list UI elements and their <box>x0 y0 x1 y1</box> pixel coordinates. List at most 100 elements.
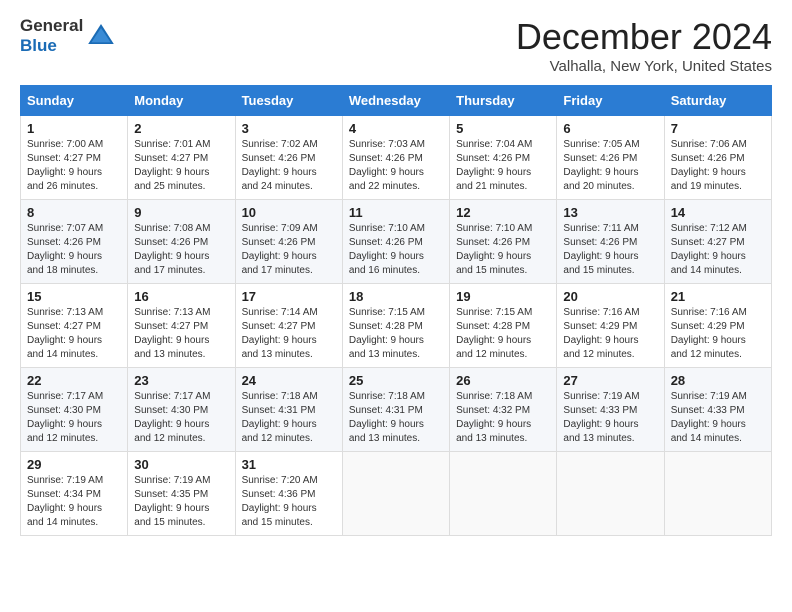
calendar-cell: 26 Sunrise: 7:18 AMSunset: 4:32 PMDayligh… <box>450 368 557 452</box>
day-info: Sunrise: 7:18 AMSunset: 4:31 PMDaylight:… <box>242 390 336 446</box>
calendar-cell: 3 Sunrise: 7:02 AMSunset: 4:26 PMDaylight… <box>235 116 342 200</box>
day-number: 21 <box>671 289 765 304</box>
day-info: Sunrise: 7:18 AMSunset: 4:31 PMDaylight:… <box>349 390 443 446</box>
day-info: Sunrise: 7:03 AMSunset: 4:26 PMDaylight:… <box>349 138 443 194</box>
day-number: 5 <box>456 121 550 136</box>
calendar-cell: 15 Sunrise: 7:13 AMSunset: 4:27 PMDayligh… <box>21 284 128 368</box>
calendar-week-3: 15 Sunrise: 7:13 AMSunset: 4:27 PMDayligh… <box>21 284 772 368</box>
day-info: Sunrise: 7:02 AMSunset: 4:26 PMDaylight:… <box>242 138 336 194</box>
day-info: Sunrise: 7:09 AMSunset: 4:26 PMDaylight:… <box>242 222 336 278</box>
location: Valhalla, New York, United States <box>516 58 772 75</box>
calendar-cell: 8 Sunrise: 7:07 AMSunset: 4:26 PMDaylight… <box>21 200 128 284</box>
day-number: 26 <box>456 373 550 388</box>
day-number: 6 <box>563 121 657 136</box>
day-number: 17 <box>242 289 336 304</box>
calendar: SundayMondayTuesdayWednesdayThursdayFrid… <box>20 85 772 536</box>
day-info: Sunrise: 7:19 AMSunset: 4:35 PMDaylight:… <box>134 474 228 530</box>
calendar-cell <box>557 452 664 536</box>
day-number: 10 <box>242 205 336 220</box>
day-info: Sunrise: 7:00 AMSunset: 4:27 PMDaylight:… <box>27 138 121 194</box>
day-number: 31 <box>242 457 336 472</box>
calendar-cell: 11Sunrise: 7:10 AMSunset: 4:26 PMDayligh… <box>342 200 449 284</box>
calendar-week-2: 8 Sunrise: 7:07 AMSunset: 4:26 PMDaylight… <box>21 200 772 284</box>
calendar-cell <box>342 452 449 536</box>
header: General Blue December 2024 Valhalla, New… <box>20 16 772 75</box>
day-info: Sunrise: 7:13 AMSunset: 4:27 PMDaylight:… <box>134 306 228 362</box>
day-number: 9 <box>134 205 228 220</box>
day-of-week-tuesday: Tuesday <box>235 86 342 116</box>
day-info: Sunrise: 7:18 AMSunset: 4:32 PMDaylight:… <box>456 390 550 446</box>
day-number: 30 <box>134 457 228 472</box>
day-number: 11 <box>349 205 443 220</box>
calendar-week-5: 29 Sunrise: 7:19 AMSunset: 4:34 PMDayligh… <box>21 452 772 536</box>
calendar-cell <box>664 452 771 536</box>
calendar-cell: 25 Sunrise: 7:18 AMSunset: 4:31 PMDayligh… <box>342 368 449 452</box>
calendar-cell: 4 Sunrise: 7:03 AMSunset: 4:26 PMDaylight… <box>342 116 449 200</box>
day-number: 20 <box>563 289 657 304</box>
day-info: Sunrise: 7:16 AMSunset: 4:29 PMDaylight:… <box>671 306 765 362</box>
day-number: 29 <box>27 457 121 472</box>
calendar-cell: 18 Sunrise: 7:15 AMSunset: 4:28 PMDayligh… <box>342 284 449 368</box>
day-number: 2 <box>134 121 228 136</box>
day-of-week-wednesday: Wednesday <box>342 86 449 116</box>
day-info: Sunrise: 7:14 AMSunset: 4:27 PMDaylight:… <box>242 306 336 362</box>
calendar-cell: 31 Sunrise: 7:20 AMSunset: 4:36 PMDayligh… <box>235 452 342 536</box>
day-number: 7 <box>671 121 765 136</box>
day-number: 25 <box>349 373 443 388</box>
day-info: Sunrise: 7:05 AMSunset: 4:26 PMDaylight:… <box>563 138 657 194</box>
day-info: Sunrise: 7:15 AMSunset: 4:28 PMDaylight:… <box>349 306 443 362</box>
calendar-cell: 20 Sunrise: 7:16 AMSunset: 4:29 PMDayligh… <box>557 284 664 368</box>
day-of-week-friday: Friday <box>557 86 664 116</box>
day-info: Sunrise: 7:12 AMSunset: 4:27 PMDaylight:… <box>671 222 765 278</box>
calendar-week-1: 1 Sunrise: 7:00 AMSunset: 4:27 PMDaylight… <box>21 116 772 200</box>
calendar-cell: 29 Sunrise: 7:19 AMSunset: 4:34 PMDayligh… <box>21 452 128 536</box>
calendar-cell: 17 Sunrise: 7:14 AMSunset: 4:27 PMDayligh… <box>235 284 342 368</box>
calendar-cell: 1 Sunrise: 7:00 AMSunset: 4:27 PMDaylight… <box>21 116 128 200</box>
day-info: Sunrise: 7:10 AMSunset: 4:26 PMDaylight:… <box>456 222 550 278</box>
day-info: Sunrise: 7:06 AMSunset: 4:26 PMDaylight:… <box>671 138 765 194</box>
calendar-cell: 22Sunrise: 7:17 AMSunset: 4:30 PMDayligh… <box>21 368 128 452</box>
logo: General Blue <box>20 16 117 55</box>
day-info: Sunrise: 7:13 AMSunset: 4:27 PMDaylight:… <box>27 306 121 362</box>
day-info: Sunrise: 7:16 AMSunset: 4:29 PMDaylight:… <box>563 306 657 362</box>
day-info: Sunrise: 7:20 AMSunset: 4:36 PMDaylight:… <box>242 474 336 530</box>
day-number: 3 <box>242 121 336 136</box>
day-number: 24 <box>242 373 336 388</box>
day-number: 4 <box>349 121 443 136</box>
day-info: Sunrise: 7:17 AMSunset: 4:30 PMDaylight:… <box>134 390 228 446</box>
calendar-cell: 6 Sunrise: 7:05 AMSunset: 4:26 PMDaylight… <box>557 116 664 200</box>
calendar-cell: 21 Sunrise: 7:16 AMSunset: 4:29 PMDayligh… <box>664 284 771 368</box>
day-of-week-thursday: Thursday <box>450 86 557 116</box>
day-number: 12 <box>456 205 550 220</box>
calendar-cell: 23 Sunrise: 7:17 AMSunset: 4:30 PMDayligh… <box>128 368 235 452</box>
calendar-cell: 2 Sunrise: 7:01 AMSunset: 4:27 PMDaylight… <box>128 116 235 200</box>
month-title: December 2024 <box>516 16 772 58</box>
day-info: Sunrise: 7:19 AMSunset: 4:34 PMDaylight:… <box>27 474 121 530</box>
title-area: December 2024 Valhalla, New York, United… <box>516 16 772 75</box>
day-info: Sunrise: 7:19 AMSunset: 4:33 PMDaylight:… <box>671 390 765 446</box>
day-number: 15 <box>27 289 121 304</box>
day-info: Sunrise: 7:04 AMSunset: 4:26 PMDaylight:… <box>456 138 550 194</box>
calendar-cell: 13Sunrise: 7:11 AMSunset: 4:26 PMDayligh… <box>557 200 664 284</box>
day-info: Sunrise: 7:19 AMSunset: 4:33 PMDaylight:… <box>563 390 657 446</box>
day-number: 23 <box>134 373 228 388</box>
day-info: Sunrise: 7:07 AMSunset: 4:26 PMDaylight:… <box>27 222 121 278</box>
day-of-week-monday: Monday <box>128 86 235 116</box>
calendar-cell: 14 Sunrise: 7:12 AMSunset: 4:27 PMDayligh… <box>664 200 771 284</box>
day-number: 22 <box>27 373 121 388</box>
day-number: 18 <box>349 289 443 304</box>
day-info: Sunrise: 7:11 AMSunset: 4:26 PMDaylight:… <box>563 222 657 278</box>
calendar-cell: 10 Sunrise: 7:09 AMSunset: 4:26 PMDayligh… <box>235 200 342 284</box>
day-number: 14 <box>671 205 765 220</box>
calendar-cell: 24 Sunrise: 7:18 AMSunset: 4:31 PMDayligh… <box>235 368 342 452</box>
calendar-cell: 28 Sunrise: 7:19 AMSunset: 4:33 PMDayligh… <box>664 368 771 452</box>
calendar-cell: 7 Sunrise: 7:06 AMSunset: 4:26 PMDaylight… <box>664 116 771 200</box>
day-of-week-saturday: Saturday <box>664 86 771 116</box>
calendar-cell <box>450 452 557 536</box>
logo-general: General <box>20 16 83 36</box>
day-info: Sunrise: 7:01 AMSunset: 4:27 PMDaylight:… <box>134 138 228 194</box>
day-info: Sunrise: 7:08 AMSunset: 4:26 PMDaylight:… <box>134 222 228 278</box>
day-number: 28 <box>671 373 765 388</box>
day-number: 1 <box>27 121 121 136</box>
day-number: 8 <box>27 205 121 220</box>
